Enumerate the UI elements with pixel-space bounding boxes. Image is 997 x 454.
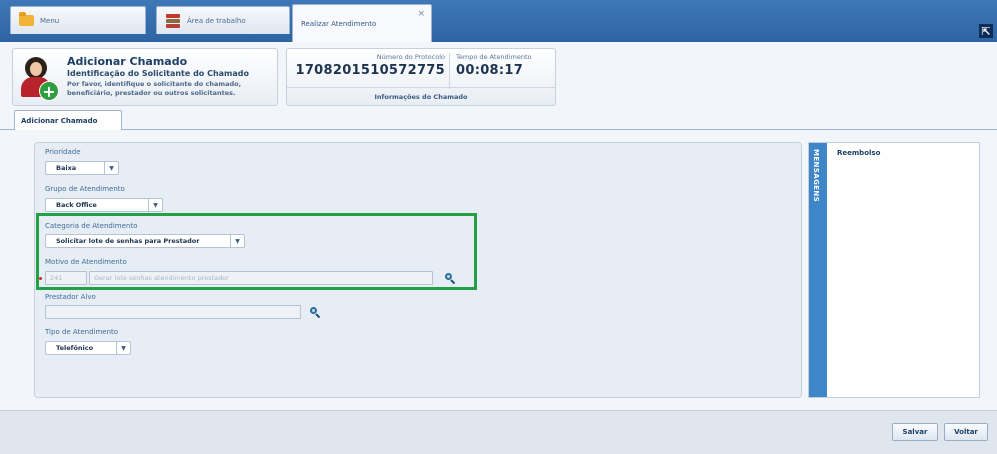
tipo-value: Telefônico [56, 344, 94, 352]
call-info-box: Número do Protocolo 1708201510572775 Tem… [286, 48, 556, 106]
page-title: Adicionar Chamado [67, 55, 188, 68]
save-button[interactable]: Salvar [892, 423, 938, 441]
prioridade-value: Baixa [56, 164, 77, 172]
tipo-label: Tipo de Atendimento [45, 328, 119, 336]
page-description: Por favor, identifique o solicitante do … [67, 80, 275, 98]
tab-realizar-label: Realizar Atendimento [301, 19, 377, 28]
reembolso-title: Reembolso [837, 149, 881, 157]
search-icon[interactable] [310, 307, 321, 319]
page-subtitle: Identificação do Solicitante do Chamado [67, 69, 249, 78]
protocol-value: 1708201510572775 [295, 63, 445, 78]
top-tab-bar: Menu Área de trabalho Realizar Atendimen… [0, 0, 997, 42]
messages-strip-label: MENSAGENS [812, 149, 820, 203]
collapse-icon[interactable]: ⇱ [979, 24, 993, 38]
grupo-select[interactable]: Back Office ▼ [45, 198, 163, 212]
chevron-down-icon[interactable]: ▼ [116, 342, 130, 354]
back-button[interactable]: Voltar [944, 423, 988, 441]
prioridade-select[interactable]: Baixa ▼ [45, 161, 119, 175]
close-icon[interactable]: × [417, 9, 425, 19]
folder-icon [19, 12, 34, 26]
info-footer: Informações do Chamado [287, 87, 555, 101]
tab-realizar-atendimento[interactable]: Realizar Atendimento × [292, 4, 432, 42]
page-description-line2: beneficiário, prestador ou outros solici… [67, 89, 236, 97]
messages-panel: MENSAGENS Reembolso [808, 142, 980, 398]
time-value: 00:08:17 [456, 63, 524, 78]
tab-menu[interactable]: Menu [10, 6, 146, 34]
title-box: + Adicionar Chamado Identificação do Sol… [12, 48, 278, 106]
prioridade-label: Prioridade [45, 148, 81, 156]
subtab-strip: Adicionar Chamado [0, 108, 997, 131]
tab-area-de-trabalho[interactable]: Área de trabalho [156, 6, 290, 34]
chevron-down-icon[interactable]: ▼ [148, 199, 162, 211]
page-description-line1: Por favor, identifique o solicitante do … [67, 80, 242, 88]
page-header: + Adicionar Chamado Identificação do Sol… [0, 42, 997, 108]
grupo-value: Back Office [56, 201, 97, 209]
chevron-down-icon[interactable]: ▼ [104, 162, 118, 174]
prestador-field[interactable] [45, 305, 301, 319]
protocol-label: Número do Protocolo [376, 53, 445, 61]
footer-bar: Salvar Voltar [0, 410, 997, 454]
stack-icon [165, 13, 181, 28]
add-user-avatar-icon: + [19, 57, 59, 103]
prestador-label: Prestador Alvo [45, 293, 96, 301]
highlight-box [36, 213, 477, 290]
messages-strip[interactable]: MENSAGENS [809, 143, 827, 397]
time-label: Tempo de Atendimento [456, 53, 532, 61]
tab-area-label: Área de trabalho [187, 16, 246, 25]
tipo-select[interactable]: Telefônico ▼ [45, 341, 131, 355]
grupo-label: Grupo de Atendimento [45, 185, 125, 193]
tab-menu-label: Menu [40, 16, 60, 25]
tab-adicionar-chamado[interactable]: Adicionar Chamado [14, 110, 122, 131]
